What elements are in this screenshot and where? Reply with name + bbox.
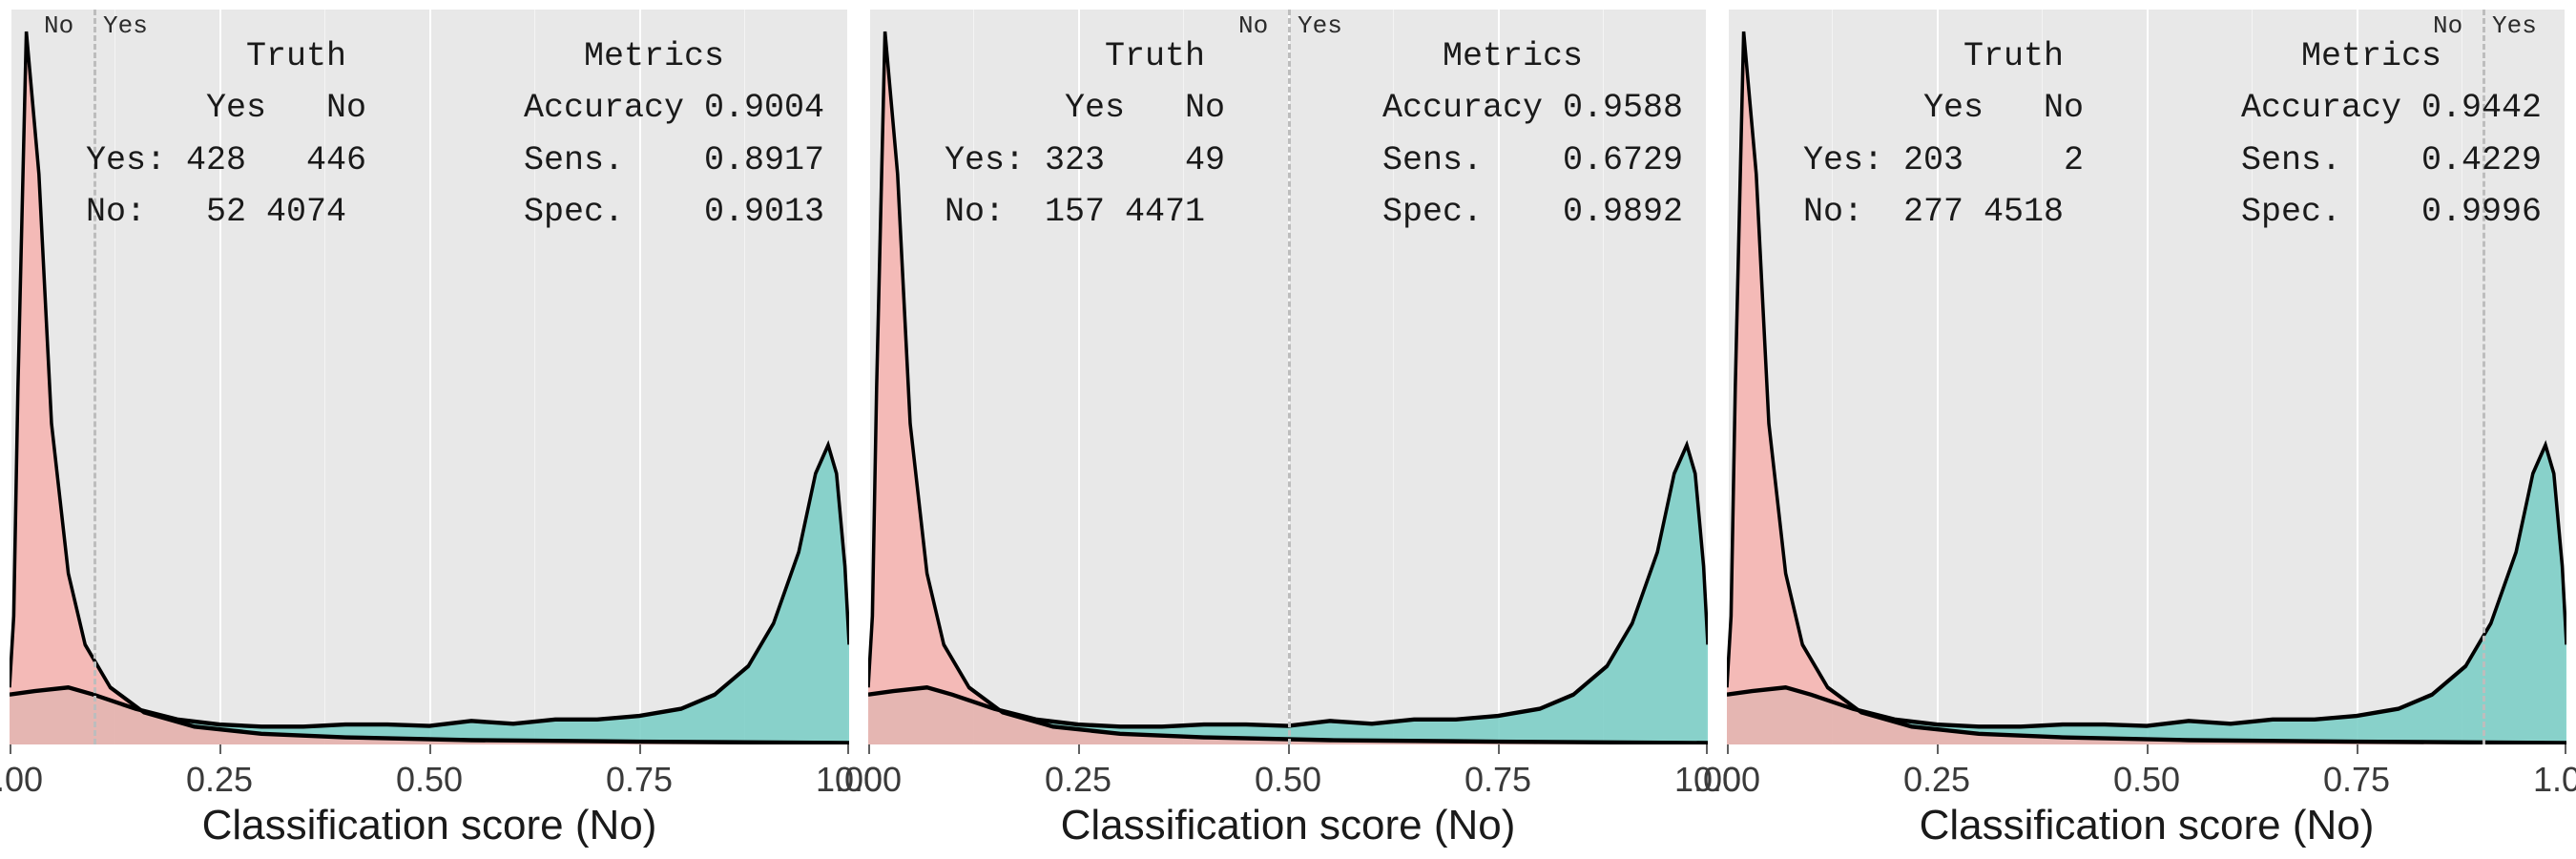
xtick: 0.25 [1903,760,1970,800]
confusion-matrix-block: Truth Yes No Yes: 203 2 No: 277 4518 [1803,31,2084,238]
xtick: 1.00 [2533,760,2576,800]
x-axis-label: Classification score (No) [10,798,849,849]
xtick: 0.50 [396,760,463,800]
xtick: 0.25 [186,760,253,800]
chart-panel-1: No Yes Truth Yes No Yes: 323 49 No: 157 … [859,0,1717,859]
chart-panel-0: No Yes Truth Yes No Yes: 428 446 No: 52 … [0,0,859,859]
plot-area: No Yes Truth Yes No Yes: 203 2 No: 277 4… [1727,10,2566,744]
tick-marks [868,744,1708,754]
threshold-no-label: No [44,13,73,38]
chart-panel-2: No Yes Truth Yes No Yes: 203 2 No: 277 4… [1717,0,2576,859]
threshold-line [1288,10,1291,744]
xtick: 0.50 [2113,760,2180,800]
xtick: 0.25 [1045,760,1111,800]
xtick: 0.50 [1255,760,1321,800]
plot-area: No Yes Truth Yes No Yes: 323 49 No: 157 … [868,10,1708,744]
tick-marks [10,744,849,754]
x-axis-ticks: 0.00 0.25 0.50 0.75 1.00 [868,754,1708,798]
x-axis-label: Classification score (No) [868,798,1708,849]
metrics-block: Metrics Accuracy 0.9588 Sens. 0.6729 Spe… [1382,31,1683,238]
xtick: 0.00 [835,760,902,800]
xtick: 0.75 [606,760,673,800]
confusion-matrix-block: Truth Yes No Yes: 428 446 No: 52 4074 [86,31,366,238]
xtick: 0.00 [1693,760,1760,800]
xtick: 0.75 [1465,760,1531,800]
x-axis-label: Classification score (No) [1727,798,2566,849]
confusion-matrix-block: Truth Yes No Yes: 323 49 No: 157 4471 [945,31,1225,238]
threshold-no-label: No [1238,13,1268,38]
tick-marks [1727,744,2566,754]
metrics-block: Metrics Accuracy 0.9442 Sens. 0.4229 Spe… [2241,31,2542,238]
xtick: 0.75 [2323,760,2390,800]
threshold-yes-label: Yes [1298,13,1342,38]
plot-area: No Yes Truth Yes No Yes: 428 446 No: 52 … [10,10,849,744]
x-axis-ticks: 0.00 0.25 0.50 0.75 1.00 [10,754,849,798]
metrics-block: Metrics Accuracy 0.9004 Sens. 0.8917 Spe… [524,31,824,238]
xtick: 0.00 [0,760,43,800]
x-axis-ticks: 0.00 0.25 0.50 0.75 1.00 [1727,754,2566,798]
